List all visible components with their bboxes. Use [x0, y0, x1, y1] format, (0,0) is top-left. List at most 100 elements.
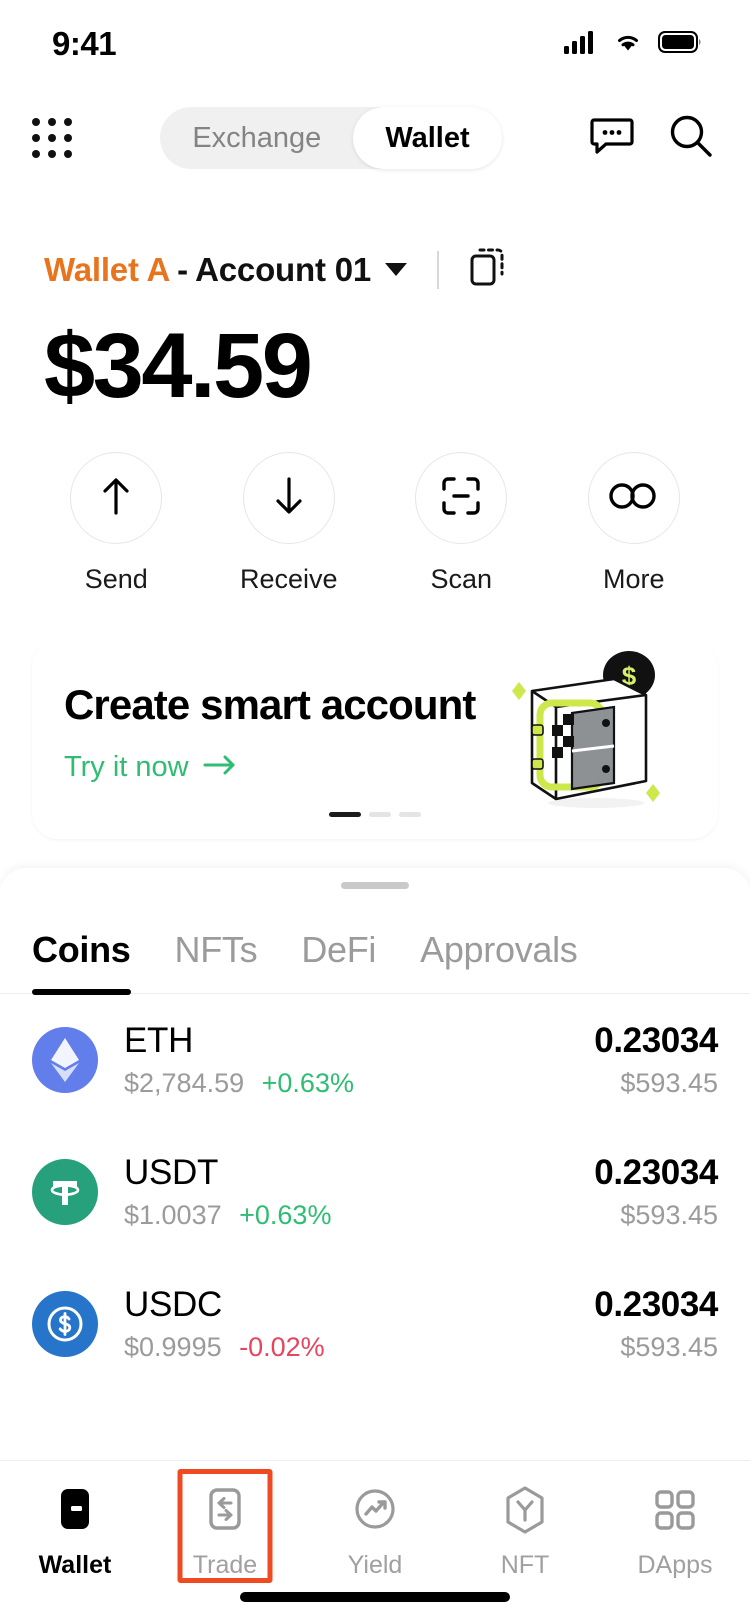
- copy-address-icon[interactable]: [469, 246, 509, 293]
- coin-symbol: USDT: [124, 1153, 594, 1193]
- promo-banner[interactable]: Create smart account Try it now $: [32, 641, 718, 839]
- coin-holdings: 0.23034 $593.45: [594, 1285, 718, 1363]
- arrow-right-icon: [203, 751, 237, 784]
- total-balance: $34.59: [44, 309, 706, 424]
- coin-list-item[interactable]: USDC $0.9995 -0.02% 0.23034 $593.45: [32, 1258, 718, 1390]
- segment-wallet[interactable]: Wallet: [353, 107, 501, 169]
- coin-change: +0.63%: [262, 1068, 354, 1098]
- action-more-label: More: [603, 564, 665, 595]
- coin-price-row: $2,784.59 +0.63%: [124, 1068, 594, 1099]
- coin-value: $593.45: [594, 1068, 718, 1099]
- wallet-header: Wallet A - Account 01 $34.59: [0, 188, 750, 424]
- quick-actions-row: Send Receive: [0, 424, 750, 595]
- grid-menu-icon[interactable]: [32, 118, 72, 158]
- coin-price-row: $1.0037 +0.63%: [124, 1200, 594, 1231]
- carousel-dot-1[interactable]: [329, 812, 361, 817]
- chat-bubble-icon[interactable]: [590, 115, 634, 162]
- grid-squares-icon: [651, 1479, 699, 1541]
- action-send-label: Send: [85, 564, 148, 595]
- nav-item-trade[interactable]: Trade: [150, 1479, 300, 1580]
- nav-item-nft[interactable]: NFT: [450, 1479, 600, 1580]
- nav-item-yield-label: Yield: [348, 1551, 403, 1580]
- send-button[interactable]: [70, 452, 162, 544]
- account-name: Account 01: [195, 251, 371, 289]
- action-more[interactable]: More: [548, 452, 721, 595]
- nav-item-dapps-label: DApps: [637, 1551, 712, 1580]
- coin-info: USDC $0.9995 -0.02%: [124, 1285, 594, 1363]
- nav-item-dapps[interactable]: DApps: [600, 1479, 750, 1580]
- coin-list-item[interactable]: USDT $1.0037 +0.63% 0.23034 $593.45: [32, 1126, 718, 1258]
- promo-banner-cta-label: Try it now: [64, 751, 189, 784]
- carousel-dot-3[interactable]: [399, 812, 421, 817]
- account-selector-row[interactable]: Wallet A - Account 01: [44, 246, 706, 293]
- coin-amount: 0.23034: [594, 1153, 718, 1193]
- top-nav-actions: [590, 113, 714, 164]
- carousel-dot-2[interactable]: [369, 812, 391, 817]
- segment-exchange[interactable]: Exchange: [160, 107, 353, 169]
- coin-symbol: USDC: [124, 1285, 594, 1325]
- action-scan[interactable]: Scan: [375, 452, 548, 595]
- home-indicator: [240, 1592, 510, 1602]
- hexagon-y-icon: [501, 1479, 549, 1541]
- status-bar: 9:41: [0, 0, 750, 88]
- app-screen: 9:41: [0, 0, 750, 1624]
- battery-icon: [658, 30, 702, 59]
- coin-holdings: 0.23034 $593.45: [594, 1153, 718, 1231]
- more-button[interactable]: [588, 452, 680, 544]
- usd-coin-icon: [32, 1291, 98, 1357]
- coin-info: ETH $2,784.59 +0.63%: [124, 1021, 594, 1099]
- tab-nfts[interactable]: NFTs: [175, 929, 258, 993]
- coin-amount: 0.23034: [594, 1021, 718, 1061]
- coin-value: $593.45: [594, 1332, 718, 1363]
- bottom-navigation-bar: Wallet Trade Yield: [0, 1460, 750, 1624]
- search-icon[interactable]: [668, 113, 714, 164]
- trending-up-circle-icon: [350, 1479, 400, 1541]
- coin-change: +0.63%: [239, 1200, 331, 1230]
- exchange-wallet-segmented-control[interactable]: Exchange Wallet: [160, 107, 501, 169]
- nav-item-yield[interactable]: Yield: [300, 1479, 450, 1580]
- coin-info: USDT $1.0037 +0.63%: [124, 1153, 594, 1231]
- coin-amount: 0.23034: [594, 1285, 718, 1325]
- arrow-up-icon: [96, 474, 136, 523]
- top-nav-bar: Exchange Wallet: [0, 88, 750, 188]
- header-divider: [437, 251, 439, 289]
- nav-item-wallet[interactable]: Wallet: [0, 1479, 150, 1580]
- tab-defi[interactable]: DeFi: [301, 929, 376, 993]
- tab-coins[interactable]: Coins: [32, 929, 131, 993]
- coin-change: -0.02%: [239, 1332, 325, 1362]
- safe-vault-illustration: $: [496, 651, 676, 816]
- action-scan-label: Scan: [430, 564, 492, 595]
- status-icons: [564, 30, 702, 59]
- receive-button[interactable]: [243, 452, 335, 544]
- scan-button[interactable]: [415, 452, 507, 544]
- coin-price: $2,784.59: [124, 1068, 244, 1098]
- coin-price-row: $0.9995 -0.02%: [124, 1332, 594, 1363]
- coin-holdings: 0.23034 $593.45: [594, 1021, 718, 1099]
- status-time: 9:41: [52, 25, 116, 63]
- tab-approvals[interactable]: Approvals: [420, 929, 577, 993]
- tether-icon: [32, 1159, 98, 1225]
- infinity-more-icon: [608, 479, 660, 518]
- ethereum-icon: [32, 1027, 98, 1093]
- swap-arrows-icon: [202, 1479, 248, 1541]
- wallet-name: Wallet A: [44, 251, 170, 289]
- promo-banner-wrapper: Create smart account Try it now $: [0, 595, 750, 839]
- nav-item-nft-label: NFT: [501, 1551, 550, 1580]
- account-separator: -: [177, 251, 188, 289]
- coin-symbol: ETH: [124, 1021, 594, 1061]
- coin-list: ETH $2,784.59 +0.63% 0.23034 $593.45: [0, 994, 750, 1390]
- asset-tabs: Coins NFTs DeFi Approvals: [0, 889, 750, 994]
- action-receive[interactable]: Receive: [203, 452, 376, 595]
- banner-carousel-dots[interactable]: [32, 812, 718, 817]
- action-send[interactable]: Send: [30, 452, 203, 595]
- coin-price: $1.0037: [124, 1200, 222, 1230]
- coin-price: $0.9995: [124, 1332, 222, 1362]
- nav-item-trade-label: Trade: [193, 1551, 257, 1580]
- nav-item-wallet-label: Wallet: [39, 1551, 112, 1580]
- sheet-drag-handle[interactable]: [341, 882, 409, 889]
- coin-list-item[interactable]: ETH $2,784.59 +0.63% 0.23034 $593.45: [32, 994, 718, 1126]
- action-receive-label: Receive: [240, 564, 338, 595]
- wallet-icon: [52, 1479, 98, 1541]
- wifi-icon: [612, 30, 644, 59]
- chevron-down-icon[interactable]: [385, 263, 407, 276]
